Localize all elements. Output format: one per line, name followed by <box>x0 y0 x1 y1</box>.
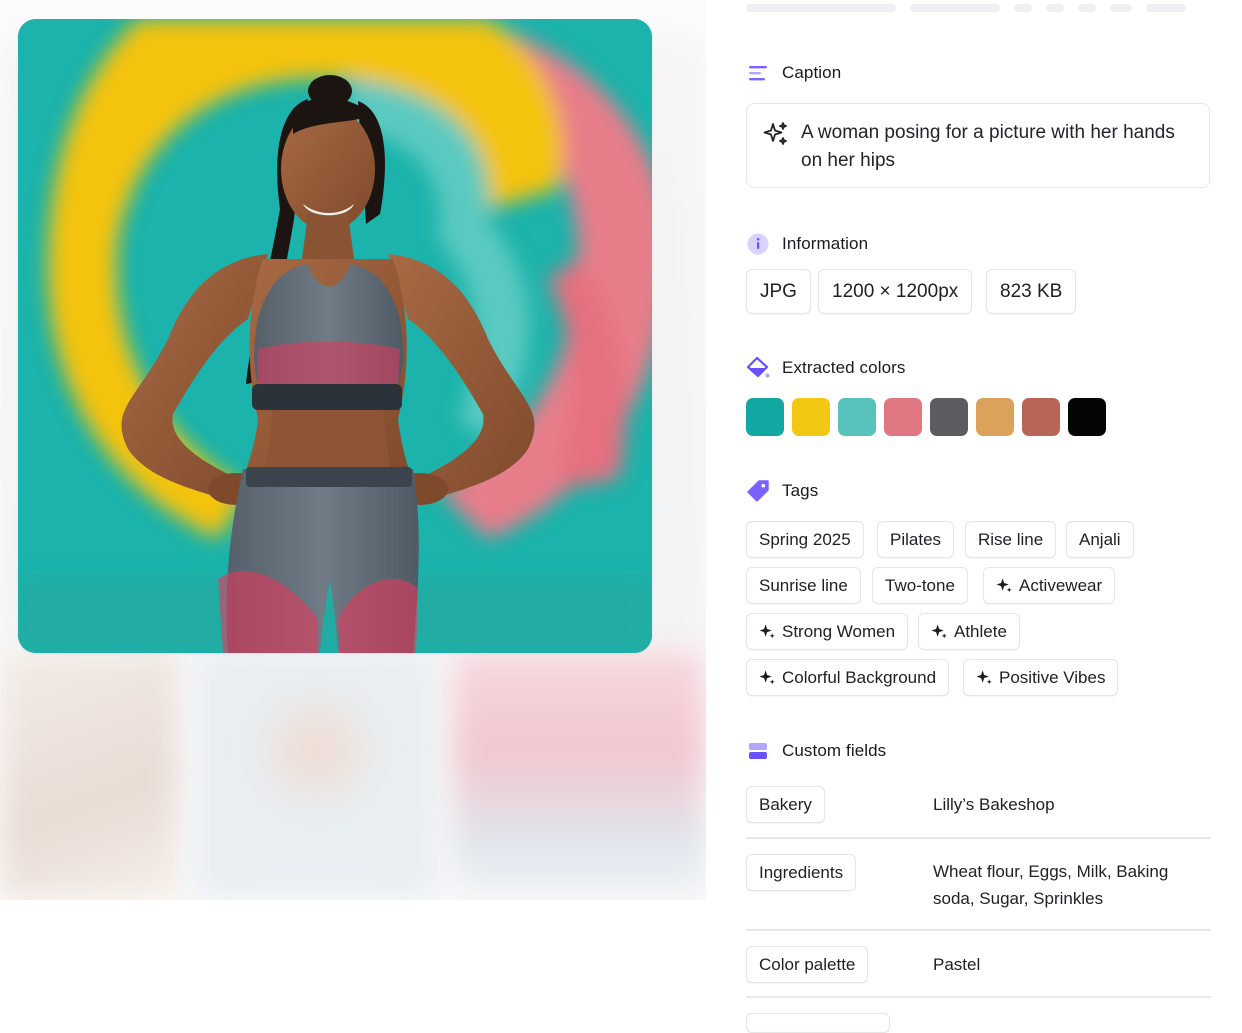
section-title: Caption <box>782 63 842 82</box>
blurred-tile <box>194 650 438 900</box>
background-fade <box>0 900 706 1024</box>
tag-two-tone[interactable]: Two-tone <box>872 567 968 604</box>
tag-spring-2025[interactable]: Spring 2025 <box>746 521 864 558</box>
colors-heading: Extracted colors <box>746 356 905 380</box>
tag-label: Colorful Background <box>782 667 937 687</box>
field-value-ingredients: Wheat flour, Eggs, Milk, Baking soda, Su… <box>933 862 1169 908</box>
tag-label: Strong Women <box>782 621 896 641</box>
tag-label: Spring 2025 <box>759 529 851 549</box>
field-value-color-palette: Pastel <box>933 955 981 974</box>
preview-image[interactable] <box>18 19 652 653</box>
custom-fields-heading: Custom fields <box>746 739 886 763</box>
section-title: Information <box>782 234 869 253</box>
tag-colorful-background[interactable]: Colorful Background <box>746 659 950 696</box>
filesize-chip: 823 KB <box>986 269 1077 314</box>
color-swatch[interactable] <box>930 398 968 436</box>
tags-heading: Tags <box>746 479 818 503</box>
divider <box>746 996 1211 998</box>
tag-sunrise-line[interactable]: Sunrise line <box>746 567 861 604</box>
tag-strong-women[interactable]: Strong Women <box>746 613 909 650</box>
sparkle-icon <box>763 121 789 147</box>
caption-text: A woman posing for a picture with her ha… <box>801 122 1175 171</box>
tag-label: Two-tone <box>885 575 955 595</box>
tag-label: Positive Vibes <box>999 667 1106 687</box>
divider <box>746 929 1211 931</box>
field-key-color-palette[interactable]: Color palette <box>746 946 869 983</box>
format-chip: JPG <box>746 269 811 314</box>
field-key-ingredients[interactable]: Ingredients <box>746 854 857 891</box>
blurred-tile <box>452 650 706 900</box>
tag-positive-vibes[interactable]: Positive Vibes <box>963 659 1119 696</box>
dimensions-chip: 1200 × 1200px <box>818 269 973 314</box>
color-swatch[interactable] <box>746 398 784 436</box>
tag-activewear[interactable]: Activewear <box>983 567 1116 604</box>
color-swatch[interactable] <box>976 398 1014 436</box>
tag-label: Rise line <box>978 529 1044 549</box>
color-swatch[interactable] <box>1068 398 1106 436</box>
sparkle-icon <box>759 624 775 639</box>
section-title: Custom fields <box>782 741 887 760</box>
field-key-bakery[interactable]: Bakery <box>746 786 825 823</box>
tag-label: Sunrise line <box>759 575 848 595</box>
tag-athlete[interactable]: Athlete <box>918 613 1020 650</box>
info-icon <box>746 232 770 256</box>
tag-label: Athlete <box>954 621 1007 641</box>
blurred-tile <box>0 650 180 900</box>
tag-label: Activewear <box>1019 575 1103 595</box>
tag-label: Anjali <box>1079 529 1121 549</box>
caption-heading: Caption <box>746 61 841 85</box>
field-value-bakery: Lilly’s Bakeshop <box>933 795 1055 814</box>
divider <box>746 837 1211 839</box>
information-heading: Information <box>746 232 868 256</box>
tag-anjali[interactable]: Anjali <box>1066 521 1134 558</box>
color-swatch[interactable] <box>792 398 830 436</box>
tag-pilates[interactable]: Pilates <box>877 521 955 558</box>
caption-box[interactable]: A woman posing for a picture with her ha… <box>746 103 1210 188</box>
color-swatch[interactable] <box>838 398 876 436</box>
tag-label: Pilates <box>890 529 942 549</box>
sparkle-icon <box>931 624 947 639</box>
color-swatch[interactable] <box>1022 398 1060 436</box>
sparkle-icon <box>759 670 775 685</box>
caption-lines-icon <box>746 61 770 85</box>
paint-bucket-icon <box>746 356 770 380</box>
color-swatch[interactable] <box>884 398 922 436</box>
section-title: Extracted colors <box>782 358 906 377</box>
sparkle-icon <box>996 578 1012 593</box>
toolbar-faded <box>746 0 1236 18</box>
tag-icon <box>746 479 770 503</box>
details-panel: Caption A woman posing for a picture wit… <box>706 0 1242 1033</box>
custom-fields-icon <box>746 739 770 763</box>
section-title: Tags <box>782 481 819 500</box>
sparkle-icon <box>976 670 992 685</box>
tag-rise-line[interactable]: Rise line <box>965 521 1057 558</box>
field-key-partial[interactable] <box>746 1013 890 1033</box>
